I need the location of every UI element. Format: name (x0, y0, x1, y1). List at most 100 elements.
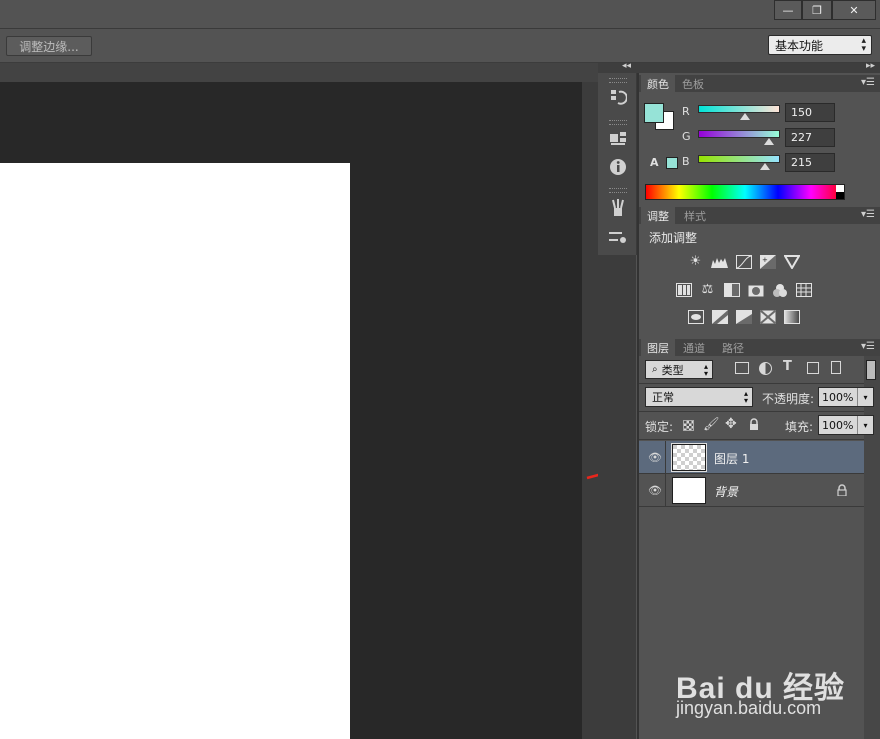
layers-scrollbar[interactable] (864, 356, 880, 739)
svg-text:+: + (762, 256, 768, 264)
channel-b-label: B (682, 155, 690, 168)
opacity-field[interactable]: 100% ▾ (818, 387, 874, 407)
expand-icon[interactable]: ▸▸ (866, 61, 875, 71)
shape-layer-filter-icon[interactable] (807, 362, 819, 374)
visibility-eye-icon[interactable]: 👁 (647, 483, 663, 497)
layer-thumbnail[interactable] (671, 443, 707, 472)
foreground-swatch[interactable] (644, 103, 664, 123)
r-value-field[interactable]: 150 (785, 103, 835, 122)
watermark-url: jingyan.baidu.com (676, 698, 822, 718)
tab-color[interactable]: 颜色 (641, 75, 675, 92)
divider (665, 474, 666, 506)
g-value-field[interactable]: 227 (785, 128, 835, 147)
visibility-eye-icon[interactable]: 👁 (647, 450, 663, 464)
selective-color-icon[interactable] (759, 309, 776, 324)
channel-g-label: G (682, 130, 691, 143)
adjustment-layer-filter-icon[interactable] (759, 362, 772, 375)
layer-row-background[interactable]: 👁 背景 (639, 474, 864, 506)
dock-header: ◂◂ ▸▸ (598, 61, 880, 73)
opacity-label: 不透明度: (762, 392, 815, 406)
info-icon[interactable] (608, 157, 628, 177)
gamut-swatch[interactable] (666, 157, 678, 169)
layer-thumbnail[interactable] (672, 477, 706, 504)
smart-object-filter-icon[interactable] (831, 361, 841, 374)
brush-icon[interactable] (608, 227, 628, 247)
fill-dropdown-icon[interactable]: ▾ (857, 416, 873, 434)
gradient-map-icon[interactable] (783, 309, 800, 324)
exposure-icon[interactable]: + (759, 254, 776, 269)
history-icon[interactable] (608, 87, 628, 107)
restore-button[interactable]: ❐ (802, 0, 832, 20)
tab-channels[interactable]: 通道 (677, 339, 711, 356)
lock-pixels-icon[interactable]: 🖌 (703, 417, 720, 432)
r-slider[interactable] (698, 105, 780, 113)
tab-swatches[interactable]: 色板 (676, 75, 710, 92)
panel-menu-icon[interactable]: ▾☰ (861, 77, 875, 88)
workspace-select[interactable]: 基本功能 ▴ ▾ (768, 35, 872, 55)
lock-label: 锁定: (645, 420, 674, 434)
channel-mixer-icon[interactable] (771, 282, 788, 297)
hue-saturation-icon[interactable] (675, 282, 692, 297)
document-tab-strip (0, 63, 598, 82)
g-slider-thumb[interactable] (764, 138, 775, 145)
properties-icon[interactable] (608, 128, 628, 148)
threshold-icon[interactable] (735, 309, 752, 324)
collapse-icon[interactable]: ◂◂ (622, 61, 631, 71)
grip-icon[interactable] (609, 78, 627, 83)
opacity-dropdown-icon[interactable]: ▾ (857, 388, 873, 406)
fill-label: 填充: (785, 420, 814, 434)
filter-toggle[interactable] (866, 360, 876, 380)
tab-layers[interactable]: 图层 (641, 339, 675, 356)
color-spectrum-bar[interactable] (645, 184, 845, 200)
g-slider[interactable] (698, 130, 780, 138)
r-slider-thumb[interactable] (740, 113, 751, 120)
close-button[interactable]: ✕ (832, 0, 876, 20)
fill-field[interactable]: 100% ▾ (818, 415, 874, 435)
stepper-arrows-icon: ▴ ▾ (703, 362, 708, 378)
blend-mode-select[interactable]: 正常 ▴ ▾ (645, 387, 753, 407)
tab-paths[interactable]: 路径 (716, 339, 750, 356)
panel-menu-icon[interactable]: ▾☰ (861, 209, 875, 220)
layer-row-layer1[interactable]: 👁 图层 1 (639, 441, 864, 473)
filter-kind-select[interactable]: ⌕ 类型 ▴ ▾ (645, 360, 713, 379)
grip-icon[interactable] (609, 120, 627, 125)
stepper-arrows-icon: ▴ ▾ (743, 389, 748, 405)
minimize-button[interactable]: — (774, 0, 802, 20)
pixel-layer-filter-icon[interactable] (735, 362, 749, 374)
posterize-icon[interactable] (711, 309, 728, 324)
invert-icon[interactable] (687, 309, 704, 324)
color-lookup-icon[interactable] (795, 282, 812, 297)
black-white-icon[interactable] (723, 282, 740, 297)
b-value-field[interactable]: 215 (785, 153, 835, 172)
divider (639, 439, 864, 440)
tab-adjustments[interactable]: 调整 (641, 207, 675, 224)
document-canvas[interactable] (0, 163, 350, 739)
color-balance-icon[interactable]: ⚖ (699, 282, 716, 297)
brightness-contrast-icon[interactable]: ☀ (687, 254, 704, 269)
refine-edge-button[interactable]: 调整边缘... (6, 36, 92, 56)
lock-transparency-icon[interactable] (683, 420, 694, 431)
b-slider-thumb[interactable] (760, 163, 771, 170)
layer-name[interactable]: 图层 1 (714, 450, 749, 467)
layer-name[interactable]: 背景 (714, 483, 738, 500)
grip-icon[interactable] (609, 188, 627, 193)
panel-menu-icon[interactable]: ▾☰ (861, 341, 875, 352)
layer-lock-icon (837, 484, 847, 497)
lock-position-icon[interactable]: ✥ (725, 416, 737, 432)
type-layer-filter-icon[interactable]: T (783, 359, 792, 374)
vibrance-icon[interactable] (783, 254, 800, 269)
channel-r-label: R (682, 105, 690, 118)
curves-icon[interactable] (735, 254, 752, 269)
levels-icon[interactable] (711, 254, 728, 269)
b-slider[interactable] (698, 155, 780, 163)
lock-all-icon[interactable] (749, 418, 759, 430)
fill-value: 100% (822, 418, 854, 432)
brush-presets-icon[interactable] (608, 198, 628, 218)
add-adjustment-heading: 添加调整 (649, 231, 698, 245)
layers-panel-tabs: 图层 通道 路径 ▾☰ (639, 339, 880, 356)
color-panel-tabs: 颜色 色板 ▾☰ (639, 75, 880, 92)
photo-filter-icon[interactable] (747, 282, 764, 297)
tab-styles[interactable]: 样式 (678, 207, 712, 224)
document-scrollbar[interactable] (582, 82, 598, 739)
divider (639, 383, 864, 384)
